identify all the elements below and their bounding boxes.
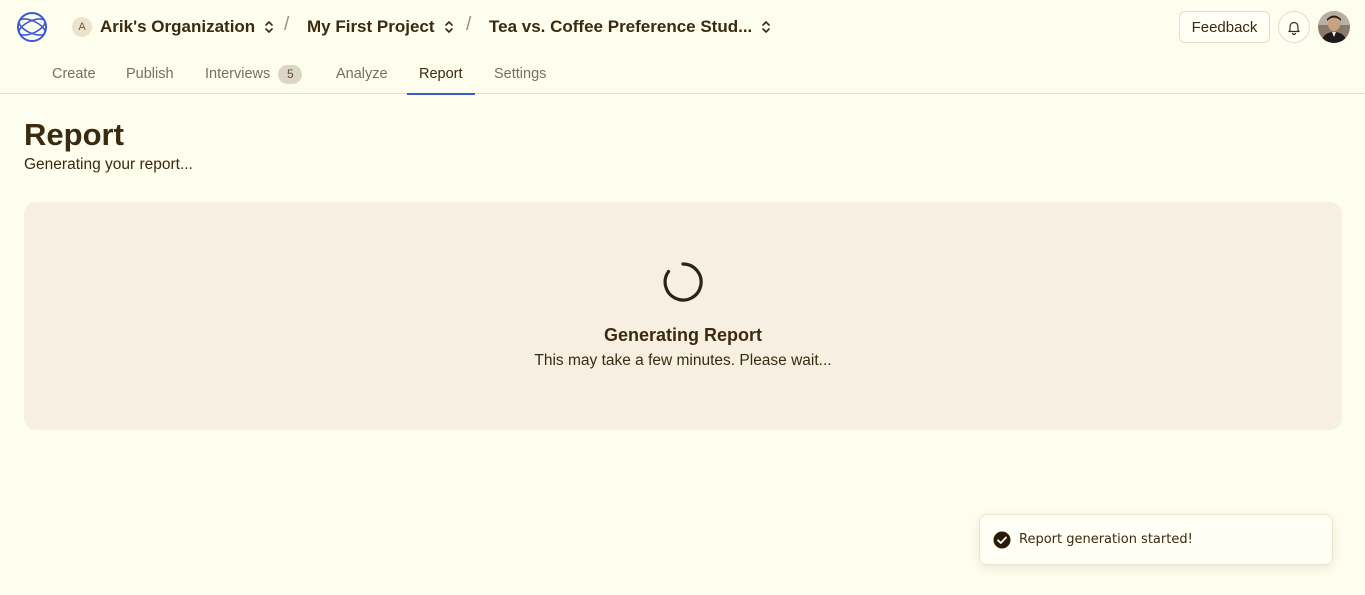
- org-avatar: A: [72, 17, 92, 37]
- tab-settings[interactable]: Settings: [494, 54, 546, 94]
- tab-label: Report: [419, 66, 463, 82]
- bell-icon: [1288, 21, 1300, 35]
- chevrons-up-down-icon: [762, 21, 771, 33]
- loading-card: Generating Report This may take a few mi…: [24, 202, 1342, 430]
- toast-notification: Report generation started!: [979, 514, 1333, 565]
- tab-report[interactable]: Report: [407, 54, 475, 95]
- tab-label: Settings: [494, 66, 547, 82]
- chevrons-up-down-icon: [444, 21, 453, 33]
- page-title: Report: [24, 117, 124, 152]
- loading-spinner-icon: [663, 262, 703, 302]
- tab-label: Create: [52, 66, 96, 82]
- project-tabs: Create Publish Interviews 5 Analyze Repo…: [0, 54, 1365, 95]
- study-switcher[interactable]: Tea vs. Coffee Preference Stud...: [489, 14, 772, 40]
- tab-label: Publish: [126, 66, 174, 82]
- tab-interviews[interactable]: Interviews 5: [205, 54, 303, 94]
- user-avatar[interactable]: [1318, 11, 1350, 43]
- breadcrumb-separator: /: [284, 14, 290, 35]
- tab-label: Interviews: [205, 66, 271, 82]
- breadcrumb-separator: /: [466, 14, 472, 35]
- org-switcher[interactable]: A Arik's Organization: [72, 14, 275, 40]
- page-subtitle: Generating your report...: [24, 156, 193, 173]
- chevrons-up-down-icon: [265, 21, 273, 33]
- notifications-button[interactable]: [1278, 11, 1310, 43]
- study-name: Tea vs. Coffee Preference Stud...: [489, 17, 753, 36]
- feedback-button[interactable]: Feedback: [1179, 11, 1270, 43]
- tab-publish[interactable]: Publish: [126, 54, 174, 94]
- tab-label: Analyze: [336, 66, 388, 82]
- logo-icon[interactable]: [16, 10, 48, 44]
- tab-analyze[interactable]: Analyze: [336, 54, 388, 94]
- tab-create[interactable]: Create: [52, 54, 96, 94]
- org-name: Arik's Organization: [100, 17, 256, 36]
- interviews-count-badge: 5: [278, 64, 303, 84]
- check-circle-icon: [993, 531, 1011, 548]
- toast-message: Report generation started!: [1019, 532, 1193, 547]
- loading-message: This may take a few minutes. Please wait…: [534, 352, 832, 369]
- top-bar: A Arik's Organization / My First Project…: [0, 0, 1365, 54]
- loading-title: Generating Report: [603, 325, 763, 345]
- project-switcher[interactable]: My First Project: [307, 14, 455, 40]
- project-name: My First Project: [307, 17, 435, 36]
